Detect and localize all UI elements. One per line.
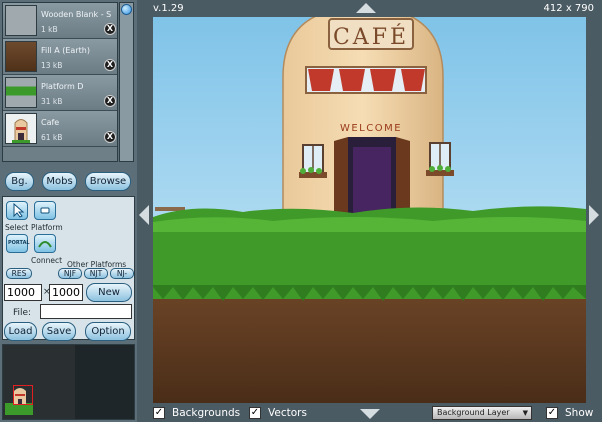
platform-icon [40, 207, 50, 214]
asset-name: Fill A (Earth) [41, 46, 90, 55]
asset-size: 1 kB [41, 25, 58, 34]
asset-name: Platform D [41, 82, 84, 91]
connect-icon [38, 241, 52, 248]
connect-tool-button[interactable] [34, 234, 56, 253]
file-label: File: [13, 308, 32, 318]
asset-list-scrollbar[interactable] [119, 2, 134, 162]
map-canvas[interactable]: CAFÉ WELCOME [153, 17, 586, 403]
cafe-thumbnail [5, 113, 37, 144]
portal-label: PORTAL [8, 240, 30, 246]
pointer-icon [13, 202, 25, 218]
list-item[interactable]: Cafe 61 kB X [3, 111, 117, 147]
platform-label: Platform [31, 223, 63, 232]
backgrounds-label: Backgrounds [172, 407, 241, 419]
show-label: Show [565, 407, 594, 419]
save-button[interactable]: Save [42, 322, 76, 341]
platform-tool-button[interactable] [34, 201, 56, 220]
left-panel: Wooden Blank - S 1 kB X Fill A (Earth) 1… [0, 0, 137, 422]
layer-dropdown-value: Background Layer [437, 408, 510, 417]
vectors-checkbox[interactable]: ✓ [249, 407, 261, 419]
asset-thumbnail [5, 5, 37, 36]
file-input[interactable] [40, 304, 132, 319]
select-tool-button[interactable] [6, 201, 28, 220]
chevron-down-icon: ▼ [522, 409, 528, 417]
show-checkbox[interactable]: ✓ [546, 407, 558, 419]
list-item[interactable]: Wooden Blank - S 1 kB X [3, 3, 117, 39]
portal-tool-button[interactable]: PORTAL [6, 234, 30, 253]
asset-size: 31 kB [41, 97, 63, 106]
scroll-left-arrow-icon[interactable] [139, 205, 149, 225]
asset-size: 13 kB [41, 61, 63, 70]
option-button[interactable]: Option [85, 322, 131, 341]
mobs-button[interactable]: Mobs [42, 172, 77, 191]
minimap[interactable] [2, 344, 135, 420]
njf-button[interactable]: NJF [58, 268, 82, 279]
delete-asset-button[interactable]: X [104, 59, 116, 71]
main-viewport: v.1.29 412 x 790 CAFÉ WELCOME ✓ Backgrou… [137, 0, 602, 422]
list-item[interactable]: Platform D 31 kB X [3, 75, 117, 111]
list-item[interactable]: Fill A (Earth) 13 kB X [3, 39, 117, 75]
delete-asset-button[interactable]: X [104, 23, 116, 35]
width-input[interactable]: 1000 [4, 284, 42, 301]
minimap-viewport-frame[interactable] [13, 385, 33, 405]
browse-button[interactable]: Browse [85, 172, 131, 191]
asset-list: Wooden Blank - S 1 kB X Fill A (Earth) 1… [2, 2, 118, 162]
bg-button[interactable]: Bg. [5, 172, 34, 191]
scene-illustration: CAFÉ WELCOME [153, 17, 586, 403]
bottom-toolbar: ✓ Backgrounds ✓ Vectors Background Layer… [137, 404, 602, 422]
version-label: v.1.29 [153, 3, 184, 14]
scroll-right-arrow-icon[interactable] [589, 205, 599, 225]
asset-thumbnail [5, 41, 37, 72]
select-label: Select [5, 223, 29, 232]
welcome-text: WELCOME [340, 123, 402, 134]
new-button[interactable]: New [86, 283, 132, 302]
asset-name: Cafe [41, 118, 60, 127]
cafe-sign: CAFÉ [333, 23, 409, 50]
layer-dropdown[interactable]: Background Layer ▼ [432, 406, 532, 420]
tool-panel: Select Platform PORTAL Connect Other Pla… [2, 196, 135, 340]
load-button[interactable]: Load [4, 322, 37, 341]
res-button[interactable]: RES [6, 268, 32, 279]
asset-thumbnail [5, 77, 37, 108]
asset-name: Wooden Blank - S [41, 10, 112, 19]
njt-button[interactable]: NJT [84, 268, 108, 279]
scroll-thumb[interactable] [121, 4, 132, 15]
delete-asset-button[interactable]: X [104, 131, 116, 143]
nj-button[interactable]: NJ- [110, 268, 134, 279]
vectors-label: Vectors [268, 407, 307, 419]
backgrounds-checkbox[interactable]: ✓ [153, 407, 165, 419]
canvas-dimensions: 412 x 790 [543, 3, 594, 14]
delete-asset-button[interactable]: X [104, 95, 116, 107]
connect-label: Connect [31, 256, 63, 265]
asset-size: 61 kB [41, 133, 63, 142]
scroll-up-arrow-icon[interactable] [356, 3, 376, 13]
height-input[interactable]: 1000 [49, 284, 83, 301]
